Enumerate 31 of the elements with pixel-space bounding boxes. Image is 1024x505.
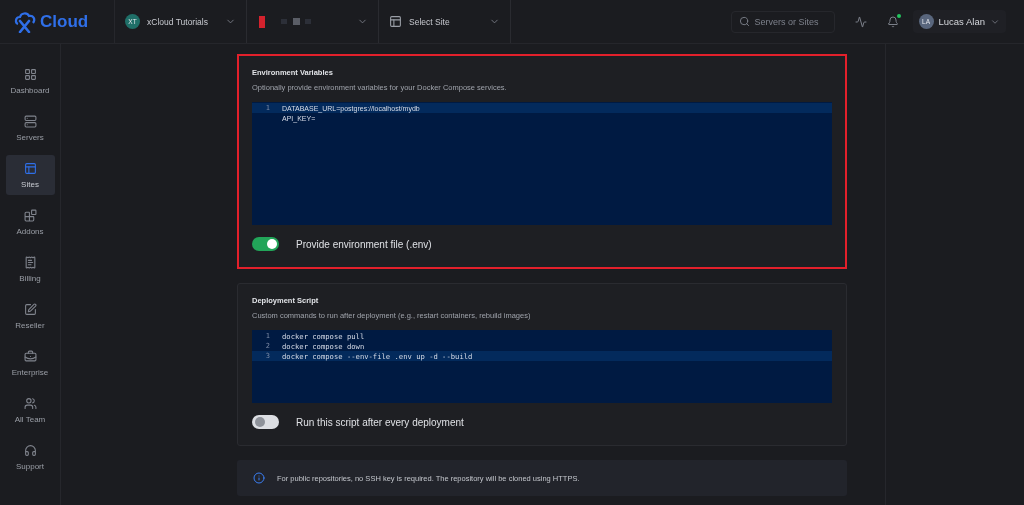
pen-icon <box>23 302 37 316</box>
toggle-switch[interactable] <box>252 415 279 429</box>
receipt-icon <box>23 255 37 269</box>
toggle-label: Provide environment file (.env) <box>296 238 432 250</box>
users-icon <box>23 396 37 410</box>
brand-name: Cloud <box>40 11 89 32</box>
activity-icon[interactable] <box>854 15 867 28</box>
cloud-logo-icon <box>14 10 38 33</box>
sidebar-item[interactable]: Servers <box>5 108 55 148</box>
toggle-label: Run this script after every deployment <box>296 416 464 428</box>
sidebar-item[interactable]: Billing <box>5 249 55 289</box>
layout-icon <box>23 161 37 175</box>
sidebar-item[interactable]: Enterprise <box>5 343 55 383</box>
sidebar-item[interactable]: All Team <box>5 390 55 430</box>
search-field[interactable]: Servers or Sites <box>730 10 835 33</box>
toggle-switch[interactable] <box>252 237 279 251</box>
headphones-icon <box>23 443 37 457</box>
sidebar-item[interactable]: Reseller <box>5 296 55 336</box>
sidebar-item[interactable]: Dashboard <box>5 61 55 101</box>
sidebar-item[interactable]: Sites <box>5 155 55 195</box>
search-icon <box>738 15 750 27</box>
sidebar-item[interactable]: Addons <box>5 202 55 242</box>
sidebar-item[interactable]: Support <box>5 437 55 477</box>
info-icon <box>253 472 265 484</box>
grid-icon <box>23 67 37 81</box>
site-selector[interactable]: Select Site <box>379 0 511 43</box>
blocks-icon <box>23 208 37 222</box>
briefcase-icon <box>23 349 37 363</box>
bell-icon[interactable] <box>886 15 899 28</box>
layout-icon <box>389 15 402 28</box>
server-icon <box>23 114 37 128</box>
